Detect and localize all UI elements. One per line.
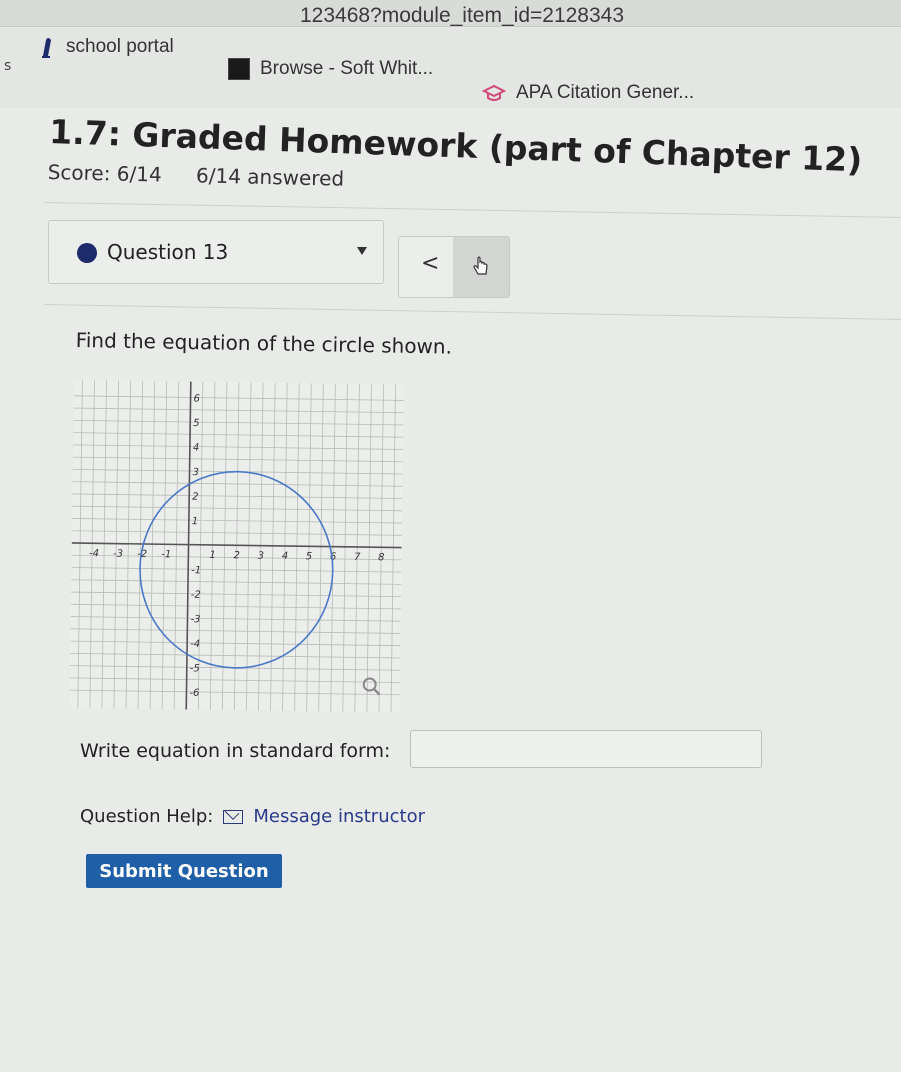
x-tick-label: -1 (161, 549, 171, 560)
question-status-dot (77, 243, 97, 263)
equation-input[interactable] (410, 730, 762, 768)
x-tick-label: 8 (378, 552, 385, 563)
y-tick-label: 3 (192, 467, 199, 478)
bookmark-school-portal[interactable]: school portal (40, 36, 174, 58)
x-tick-label: 7 (354, 552, 361, 563)
address-bar[interactable]: 123468?module_item_id=2128343 (0, 0, 901, 27)
x-tick-label: 1 (209, 550, 216, 561)
score-line: Score: 6/14 6/14 answered (47, 160, 372, 191)
y-tick-label: -4 (190, 639, 200, 650)
question-help: Question Help: Message instructor (80, 806, 425, 827)
y-tick-label: 2 (192, 492, 199, 503)
divider (43, 202, 901, 219)
y-tick-label: -5 (190, 663, 200, 674)
pen-icon (42, 38, 51, 58)
x-tick-label: 3 (258, 551, 265, 562)
y-tick-label: 1 (192, 516, 199, 527)
bookmark-label: Browse - Soft Whit... (260, 58, 434, 79)
previous-question-button[interactable]: < (421, 251, 439, 276)
y-tick-label: -1 (191, 565, 201, 576)
assignment-page: 1.7: Graded Homework (part of Chapter 12… (0, 108, 901, 1072)
y-tick-label: -6 (189, 688, 199, 699)
bookmarks-bar: s school portal Browse - Soft Whit... AP… (0, 28, 901, 109)
x-tick-label: -4 (89, 548, 99, 559)
y-tick-label: -2 (191, 590, 201, 601)
mail-icon (223, 809, 244, 824)
black-square-icon (228, 58, 250, 80)
question-selector-label: Question 13 (107, 240, 229, 264)
message-instructor-link[interactable]: Message instructor (253, 806, 425, 827)
x-tick-label: -3 (113, 549, 123, 560)
dropdown-caret-icon (357, 247, 367, 255)
equation-label: Write equation in standard form: (80, 740, 391, 762)
submit-question-button[interactable]: Submit Question (86, 854, 282, 888)
circle-graph: -4 -3 -2 -1 1 2 3 4 5 6 7 8654321-1-2-3-4-5-6 (69, 380, 404, 713)
question-nav: < (398, 236, 510, 298)
answered-text: 6/14 answered (195, 163, 345, 191)
bookmarks-edge-text: s (4, 58, 12, 74)
x-tick-label: 5 (306, 551, 313, 562)
x-tick-label: 4 (282, 551, 289, 562)
score-text: Score: 6/14 (47, 160, 163, 187)
y-tick-label: 4 (193, 443, 200, 454)
x-tick-label: 2 (233, 550, 240, 561)
question-selector[interactable]: Question 13 (48, 220, 384, 284)
question-help-label: Question Help: (80, 806, 214, 827)
question-prompt: Find the equation of the circle shown. (75, 328, 453, 359)
divider (43, 304, 901, 321)
y-tick-label: -3 (190, 614, 200, 625)
bookmark-apa-citation[interactable]: APA Citation Gener... (482, 82, 694, 104)
cursor-hand-icon (473, 256, 488, 275)
graduation-cap-icon (482, 84, 506, 101)
url-text: 123468?module_item_id=2128343 (300, 4, 625, 27)
y-tick-label: 6 (193, 393, 200, 404)
bookmark-browse-soft-white[interactable]: Browse - Soft Whit... (228, 58, 433, 80)
bookmark-label: school portal (66, 36, 174, 57)
bookmark-label: APA Citation Gener... (516, 82, 695, 103)
next-question-button[interactable] (453, 237, 509, 297)
y-tick-label: 5 (193, 418, 200, 429)
